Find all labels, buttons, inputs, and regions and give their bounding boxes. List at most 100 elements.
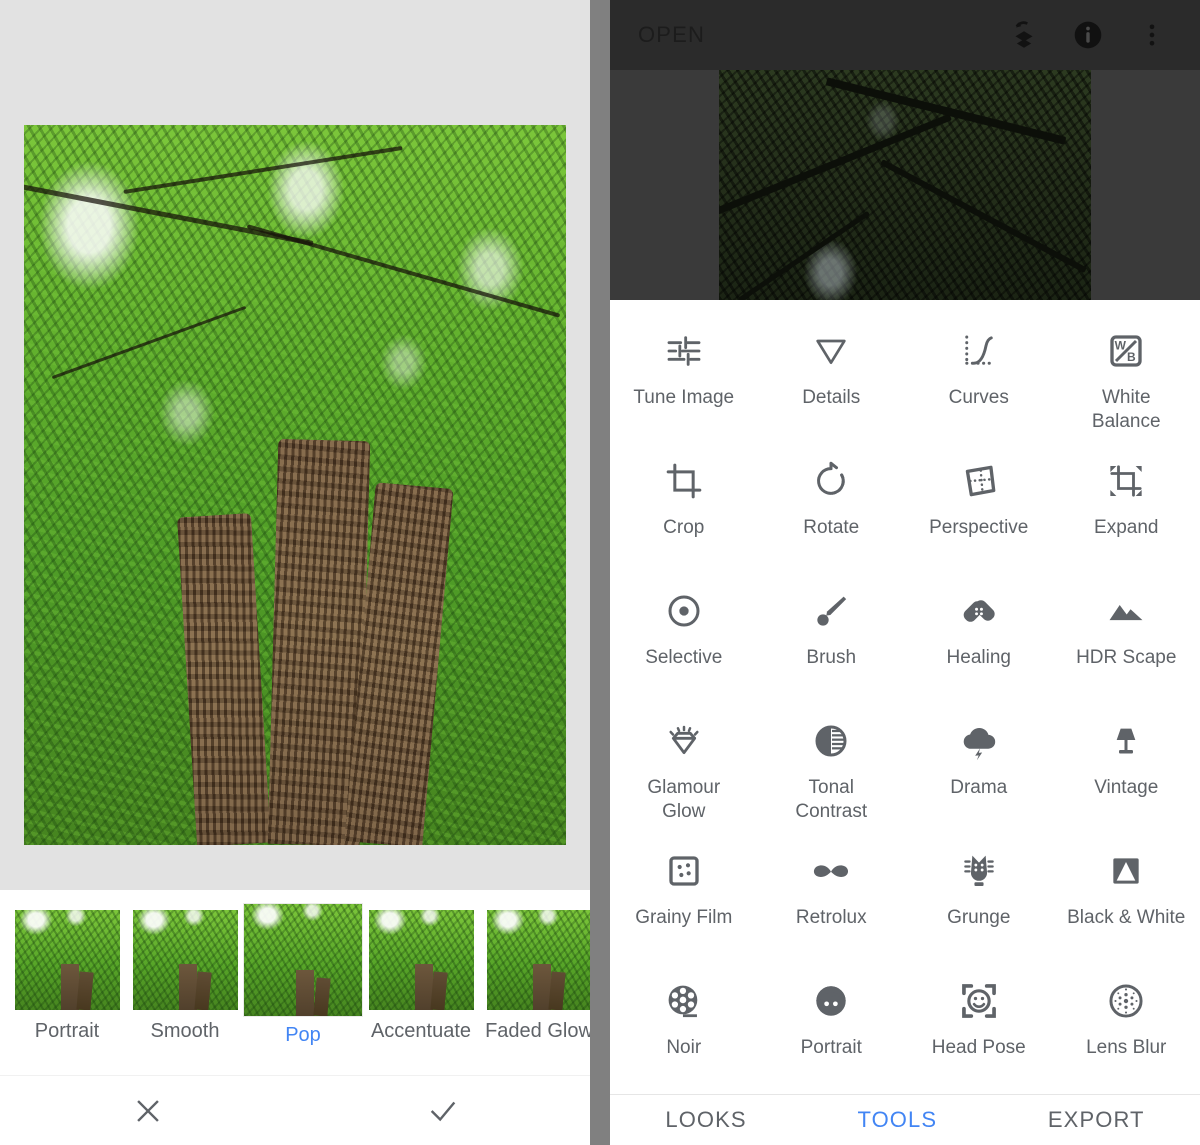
tool-healing[interactable]: Healing [905,574,1053,704]
tool-selective[interactable]: Selective [610,574,758,704]
perspective-icon [953,458,1005,504]
tree-branch [879,158,1087,273]
tool-label: Drama [950,777,1008,799]
tree-trunk [313,977,331,1016]
open-button[interactable]: OPEN [638,22,986,48]
filter-item-portrait[interactable]: Portrait [8,910,126,1070]
tool-noir[interactable]: Noir [610,964,758,1094]
tool-label: Expand [1094,517,1159,539]
tools-grid[interactable]: Tune Image Details Curves W B White Balance Cr… [610,300,1200,1095]
tree-branch [825,77,1066,145]
tool-hdr-scape[interactable]: HDR Scape [1053,574,1200,704]
crop-icon [658,458,710,504]
guitar-headstock-icon [953,848,1005,894]
filter-thumbnail[interactable] [132,910,238,1010]
grain-square-icon [658,848,710,894]
bottom-navigation[interactable]: LOOKS TOOLS EXPORT [610,1094,1200,1145]
tool-glamour-glow[interactable]: Glamour Glow [610,704,758,834]
tool-label: Vintage [1094,777,1159,799]
svg-text:W: W [1115,339,1127,353]
tool-label: HDR Scape [1076,647,1177,669]
filter-item-pop[interactable]: Pop [244,904,362,1070]
rotate-icon [805,458,857,504]
tool-white-balance[interactable]: W B White Balance [1053,314,1200,444]
tool-rotate[interactable]: Rotate [758,444,906,574]
close-icon [131,1094,165,1128]
brush-icon [805,588,857,634]
tool-details[interactable]: Details [758,314,906,444]
black-white-icon [1100,848,1152,894]
moustache-icon [805,848,857,894]
tool-grunge[interactable]: Grunge [905,834,1053,964]
tool-vintage[interactable]: Vintage [1053,704,1200,834]
original-photo-preview[interactable] [719,70,1091,301]
filter-thumbnail[interactable] [486,910,590,1010]
confirm-button[interactable] [413,1085,473,1137]
panel-divider [590,0,610,1145]
tool-label: Head Pose [931,1037,1026,1059]
nav-tools[interactable]: TOOLS [839,1099,955,1141]
info-icon[interactable] [1062,9,1114,61]
tool-retrolux[interactable]: Retrolux [758,834,906,964]
lens-blur-icon [1100,978,1152,1024]
tool-curves[interactable]: Curves [905,314,1053,444]
nav-looks[interactable]: LOOKS [647,1099,764,1141]
overflow-menu-icon[interactable] [1126,9,1178,61]
snapseed-dual-screenshot: Portrait Smooth Pop Accentuate Faded Glow [0,0,1200,1145]
tool-label: Crop [663,517,705,539]
filter-thumbnail[interactable] [368,910,474,1010]
tool-label: Retrolux [795,907,867,929]
filter-item-smooth[interactable]: Smooth [126,910,244,1070]
tool-head-pose[interactable]: Head Pose [905,964,1053,1094]
sliders-icon [658,328,710,374]
photo-canvas[interactable] [0,0,590,890]
tool-label: Portrait [800,1037,862,1059]
tool-perspective[interactable]: Perspective [905,444,1053,574]
triangle-down-icon [805,328,857,374]
tree-branch [246,224,561,318]
tool-tonal-contrast[interactable]: Tonal Contrast [758,704,906,834]
tool-label: Details [802,387,861,409]
lamp-icon [1100,718,1152,764]
tree-trunk [193,971,212,1010]
contrast-circle-icon [805,718,857,764]
looks-action-bar [0,1075,590,1145]
filter-thumbnail[interactable] [14,910,120,1010]
cancel-button[interactable] [118,1085,178,1137]
top-app-bar: OPEN [610,0,1200,71]
filter-label: Smooth [150,1020,220,1042]
edited-photo-preview[interactable] [24,125,566,845]
image-preview-area[interactable] [610,70,1200,301]
tool-expand[interactable]: Expand [1053,444,1200,574]
tool-brush[interactable]: Brush [758,574,906,704]
tool-label: Curves [948,387,1009,409]
nav-export[interactable]: EXPORT [1030,1099,1163,1141]
tool-grainy-film[interactable]: Grainy Film [610,834,758,964]
face-icon [805,978,857,1024]
filter-label: Faded Glow [485,1020,590,1042]
tree-trunk-left [176,513,271,845]
filter-item-faded-glow[interactable]: Faded Glow [480,910,590,1070]
tree-branch [51,305,246,380]
tool-portrait[interactable]: Portrait [758,964,906,1094]
tool-black-white[interactable]: Black & White [1053,834,1200,964]
svg-text:B: B [1127,350,1136,364]
white-balance-icon: WB [1100,328,1152,374]
tool-label: Tonal Contrast [795,777,868,822]
tool-label: Black & White [1067,907,1186,929]
filter-item-accentuate[interactable]: Accentuate [362,910,480,1070]
tool-lens-blur[interactable]: Lens Blur [1053,964,1200,1094]
mountains-icon [1100,588,1152,634]
looks-filter-strip[interactable]: Portrait Smooth Pop Accentuate Faded Glow [0,890,590,1075]
tool-crop[interactable]: Crop [610,444,758,574]
undo-stack-icon[interactable] [998,9,1050,61]
tool-tune-image[interactable]: Tune Image [610,314,758,444]
tree-trunk [75,971,94,1010]
tool-label: Tune Image [633,387,735,409]
diamond-sparkle-icon [658,718,710,764]
tree-branch [738,210,871,301]
filter-thumbnail[interactable] [244,904,362,1016]
filter-label: Pop [285,1024,321,1046]
tool-label: Noir [666,1037,702,1059]
tool-drama[interactable]: Drama [905,704,1053,834]
